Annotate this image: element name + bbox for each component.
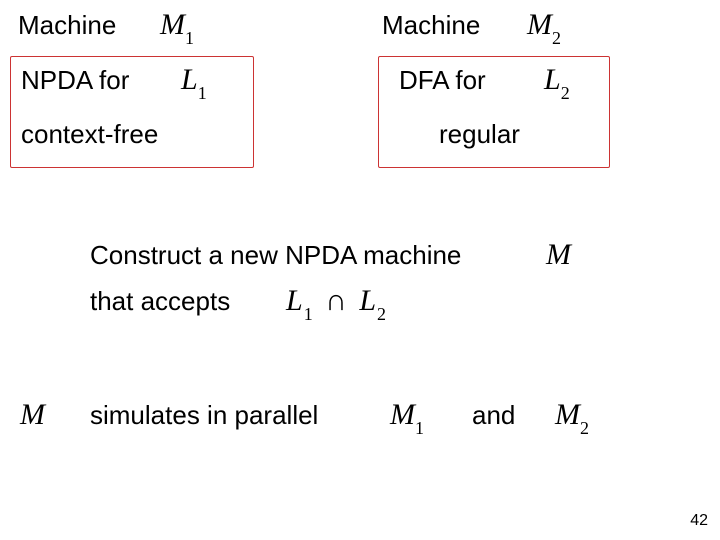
construct-new-machine-M: M xyxy=(546,238,571,272)
math-sub-2: 2 xyxy=(552,28,561,48)
math-sub-1: 1 xyxy=(185,28,194,48)
bottom-M1: M1 xyxy=(390,398,424,436)
that-accepts-label: that accepts xyxy=(90,286,230,317)
page-number: 42 xyxy=(690,512,708,530)
regular-label: regular xyxy=(439,119,520,150)
math-L: L xyxy=(544,63,561,96)
bottom-M2: M2 xyxy=(555,398,589,436)
math-sub-2: 2 xyxy=(561,83,570,103)
bottom-M: M xyxy=(20,398,45,432)
context-free-label: context-free xyxy=(21,119,158,150)
math-L1-L: L xyxy=(286,284,304,317)
and-label: and xyxy=(472,400,515,431)
machine-right-label: Machine xyxy=(382,10,480,41)
math-M: M xyxy=(555,398,580,431)
npda-lang-symbol: L1 xyxy=(181,63,207,101)
math-sub-2: 2 xyxy=(580,418,589,438)
math-L: L xyxy=(181,63,198,96)
math-sub-1: 1 xyxy=(415,418,424,438)
math-M: M xyxy=(527,8,552,41)
math-L1-sub: 1 xyxy=(304,304,314,324)
npda-for-label: NPDA for xyxy=(21,65,129,96)
machine-left-symbol: M1 xyxy=(160,8,194,46)
machine-left-label: Machine xyxy=(18,10,116,41)
dfa-for-label: DFA for xyxy=(399,65,486,96)
math-M: M xyxy=(160,8,185,41)
dfa-box: DFA for L2 regular xyxy=(378,56,610,168)
simulates-label: simulates in parallel xyxy=(90,400,318,431)
dfa-lang-symbol: L2 xyxy=(544,63,570,101)
math-sub-1: 1 xyxy=(198,83,207,103)
npda-box: NPDA for L1 context-free xyxy=(10,56,254,168)
intersection-expr: L1 ∩ L2 xyxy=(286,284,387,322)
math-L2-L: L xyxy=(359,284,377,317)
cap-symbol: ∩ xyxy=(322,284,351,317)
machine-right-symbol: M2 xyxy=(527,8,561,46)
construct-line1: Construct a new NPDA machine xyxy=(90,240,461,271)
math-M: M xyxy=(390,398,415,431)
math-L2-sub: 2 xyxy=(377,304,387,324)
